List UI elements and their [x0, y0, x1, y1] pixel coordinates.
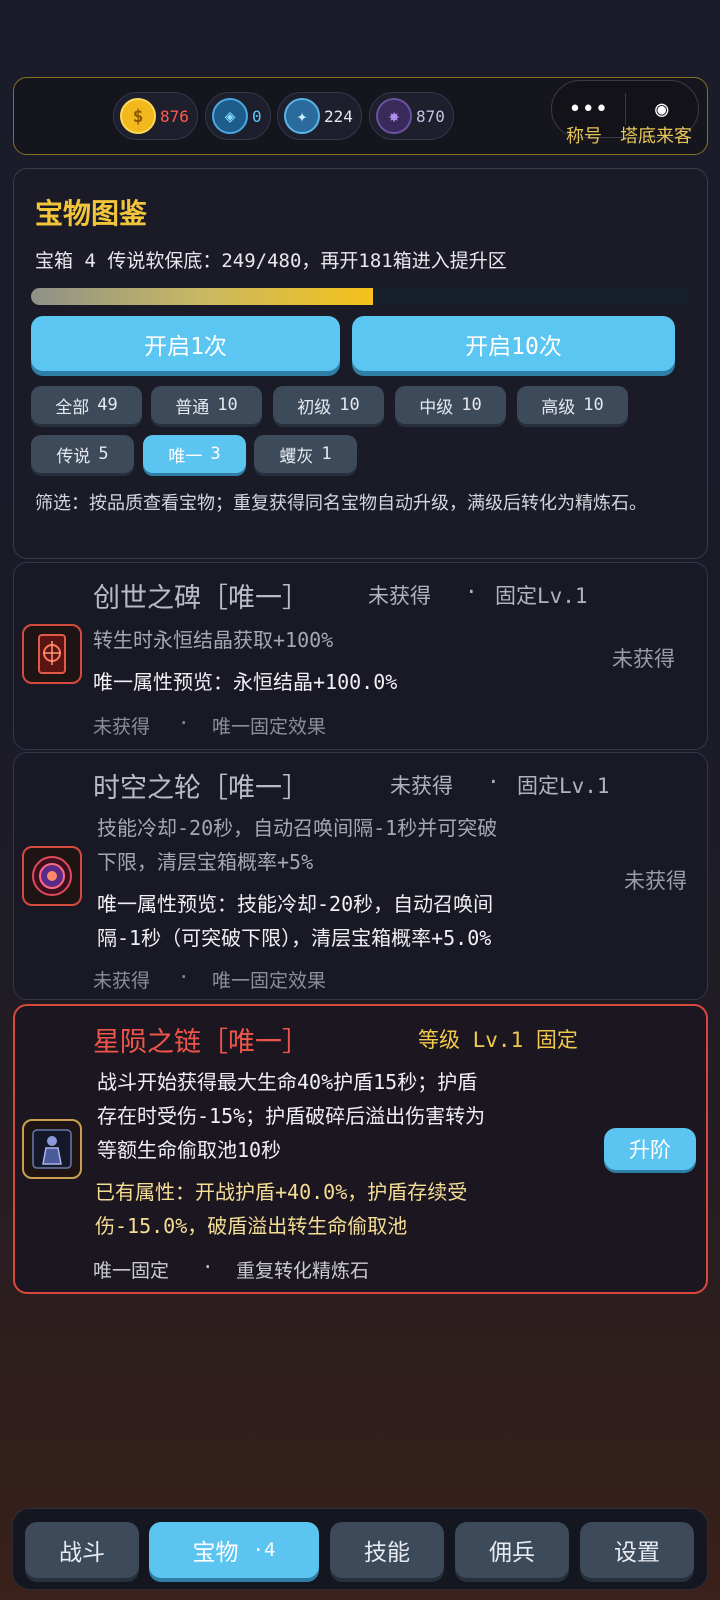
chip-count: 10 — [461, 395, 482, 415]
card-footer-dot: · — [202, 1256, 214, 1278]
blue-gem-counter: ◈ 0 — [205, 92, 271, 140]
nav-mercenaries[interactable]: 佣兵 — [455, 1522, 569, 1578]
filter-legendary-chip[interactable]: 传说 5 — [31, 435, 134, 473]
guest-title-label: 塔底来客 — [620, 126, 692, 147]
chip-label: 唯一 — [168, 446, 203, 467]
blue-gem-icon: ◈ — [212, 98, 248, 134]
card-title: 星陨之链［唯一］ — [93, 1027, 309, 1058]
chip-label: 中级 — [419, 397, 454, 418]
open-once-button[interactable]: 开启1次 — [31, 316, 340, 371]
card-footer-status: 唯一固定 — [93, 1260, 170, 1282]
player-title-labels: 称号 塔底来客 — [566, 122, 692, 148]
chip-count: 10 — [583, 395, 604, 415]
blue-gem-value: 0 — [252, 106, 262, 126]
nav-treasure-badge: ·4 — [252, 1539, 276, 1561]
card-preview: 隔-1秒（可突破下限），清层宝箱概率+5.0% — [97, 926, 492, 950]
card-footer-effect: 唯一固定效果 — [212, 970, 327, 992]
filter-common-chip[interactable]: 普通 10 — [151, 386, 262, 424]
chip-count: 1 — [321, 444, 332, 464]
title-label[interactable]: 称号 — [566, 122, 602, 148]
pity-progress-fill — [31, 288, 373, 305]
card-side-status: 未获得 — [624, 869, 687, 893]
card-status: 未获得 — [390, 774, 453, 798]
card-description: 转生时永恒结晶获取+100% — [93, 628, 334, 652]
purple-crystal-value: 870 — [416, 106, 445, 126]
card-description: 下限，清层宝箱概率+5% — [97, 850, 314, 874]
filter-note: 筛选：按品质查看宝物；重复获得同名宝物自动升级，满级后转化为精炼石。 — [35, 493, 647, 514]
time-wheel-icon-art — [32, 856, 72, 896]
card-footer-dot: · — [178, 966, 190, 988]
chip-count: 49 — [97, 395, 118, 415]
card-footer-status: 未获得 — [93, 970, 151, 992]
chip-count: 10 — [339, 395, 360, 415]
gold-coin-icon: $ — [120, 98, 156, 134]
card-footer-effect: 唯一固定效果 — [212, 716, 327, 738]
crystal-counter: ✦ 224 — [277, 92, 362, 140]
monolith-icon — [22, 624, 82, 684]
crystal-value: 224 — [324, 106, 353, 126]
card-description: 技能冷却-20秒，自动召唤间隔-1秒并可突破 — [97, 816, 498, 840]
card-preview: 唯一属性预览：永恒结晶+100.0% — [93, 670, 398, 694]
gold-counter: $ 876 — [113, 92, 198, 140]
card-owned-attributes: 伤-15.0%，破盾溢出转生命偷取池 — [95, 1214, 408, 1238]
purple-crystal-icon: ✸ — [376, 98, 412, 134]
pity-progress-bar — [31, 288, 689, 305]
page-title: 宝物图鉴 — [35, 197, 148, 230]
card-footer-effect: 重复转化精炼石 — [236, 1260, 370, 1282]
chip-label: 初级 — [297, 397, 332, 418]
star-chain-icon-art — [32, 1129, 72, 1169]
card-footer-dot: · — [178, 712, 190, 734]
star-chain-icon — [22, 1119, 82, 1179]
gold-value: 876 — [160, 106, 189, 126]
filter-ash-chip[interactable]: 蠼灰 1 — [254, 435, 357, 473]
chip-label: 全部 — [55, 397, 90, 418]
upgrade-button[interactable]: 升阶 — [604, 1128, 696, 1170]
crystal-icon: ✦ — [284, 98, 320, 134]
filter-advanced-chip[interactable]: 高级 10 — [517, 386, 628, 424]
nav-treasure[interactable]: 宝物 ·4 — [149, 1522, 319, 1578]
time-wheel-icon — [22, 846, 82, 906]
card-level-status: 等级 Lv.1 固定 — [418, 1028, 578, 1052]
chip-count: 10 — [217, 395, 238, 415]
card-dot: · — [487, 770, 500, 794]
chip-count: 5 — [98, 444, 109, 464]
chip-label: 普通 — [175, 397, 210, 418]
card-level: 固定Lv.1 — [495, 584, 588, 608]
card-title: 时空之轮［唯一］ — [93, 773, 309, 804]
card-title: 创世之碑［唯一］ — [93, 583, 309, 614]
chip-label: 蠼灰 — [279, 446, 314, 467]
nav-skills[interactable]: 技能 — [330, 1522, 444, 1578]
chip-label: 高级 — [541, 397, 576, 418]
card-description: 等额生命偷取池10秒 — [97, 1138, 282, 1162]
monolith-icon-art — [38, 634, 66, 674]
card-status: 未获得 — [368, 584, 431, 608]
nav-treasure-label: 宝物 — [192, 1540, 239, 1566]
card-side-status: 未获得 — [612, 647, 675, 671]
card-description: 存在时受伤-15%；护盾破碎后溢出伤害转为 — [97, 1104, 486, 1128]
card-footer-status: 未获得 — [93, 716, 151, 738]
card-dot: · — [465, 580, 478, 604]
chest-pity-info: 宝箱 4 传说软保底：249/480，再开181箱进入提升区 — [35, 250, 507, 272]
filter-all-chip[interactable]: 全部 49 — [31, 386, 142, 424]
chip-count: 3 — [210, 444, 221, 464]
chip-label: 传说 — [56, 446, 91, 467]
card-level: 固定Lv.1 — [517, 774, 610, 798]
open-ten-button[interactable]: 开启10次 — [352, 316, 675, 371]
card-owned-attributes: 已有属性：开战护盾+40.0%，护盾存续受 — [95, 1180, 468, 1204]
filter-intermediate-chip[interactable]: 中级 10 — [395, 386, 506, 424]
card-description: 战斗开始获得最大生命40%护盾15秒；护盾 — [97, 1070, 478, 1094]
nav-settings[interactable]: 设置 — [580, 1522, 694, 1578]
purple-crystal-counter: ✸ 870 — [369, 92, 454, 140]
nav-battle[interactable]: 战斗 — [25, 1522, 139, 1578]
filter-basic-chip[interactable]: 初级 10 — [273, 386, 384, 424]
filter-unique-chip[interactable]: 唯一 3 — [143, 435, 246, 473]
card-preview: 唯一属性预览：技能冷却-20秒，自动召唤间 — [97, 892, 494, 916]
